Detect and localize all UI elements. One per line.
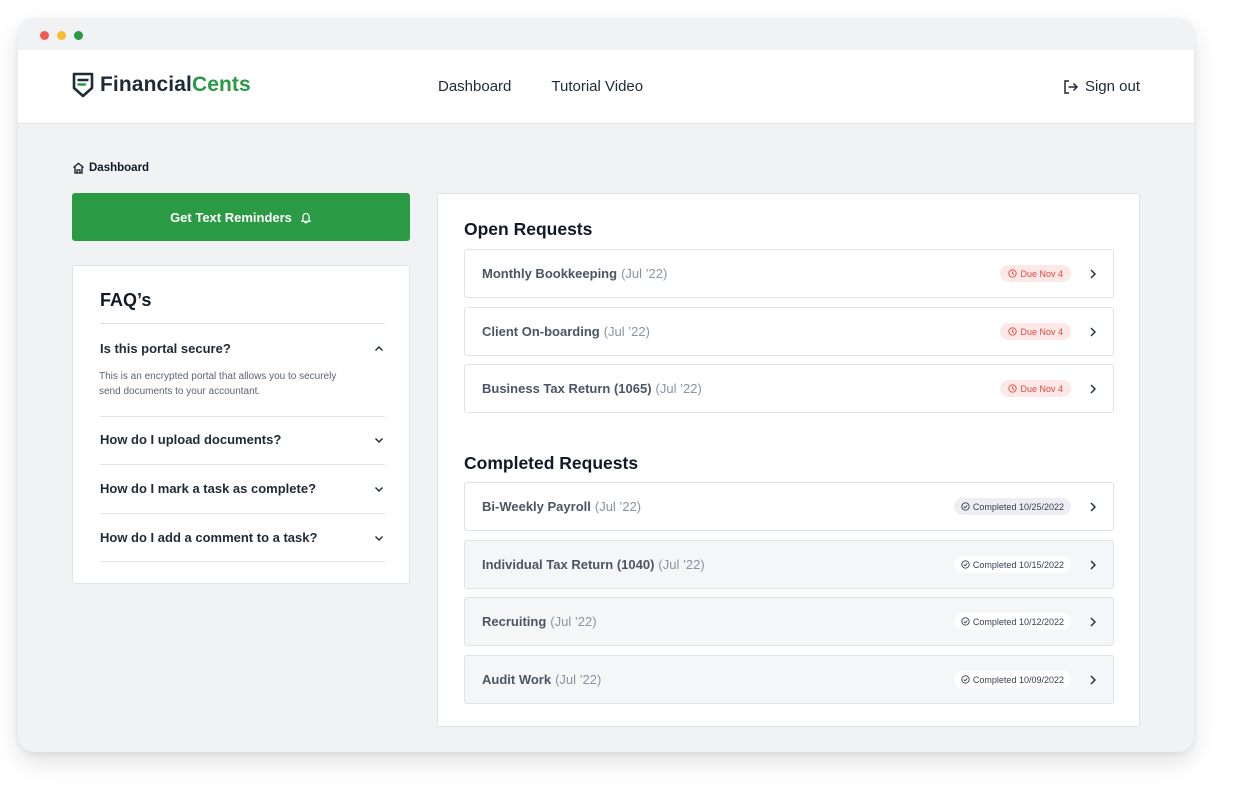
- open-request-row[interactable]: Monthly Bookkeeping (Jul ’22) Due Nov 4: [464, 249, 1114, 298]
- chevron-right-icon: [1090, 269, 1096, 278]
- open-request-row[interactable]: Client On-boarding (Jul ’22) Due Nov 4: [464, 307, 1114, 356]
- completed-status-badge: Completed 10/09/2022: [953, 671, 1071, 688]
- completed-request-row[interactable]: Audit Work (Jul ’22) Completed 10/09/202…: [464, 655, 1114, 704]
- clock-icon: [1008, 327, 1018, 336]
- faq-divider: [100, 323, 385, 324]
- close-window-dot[interactable]: [40, 31, 49, 40]
- check-circle-icon: [961, 502, 970, 511]
- request-period: (Jul ’22): [621, 266, 668, 281]
- open-requests-title: Open Requests: [464, 219, 593, 239]
- request-name: Audit Work: [482, 672, 552, 687]
- logo-shield-icon: [72, 72, 94, 98]
- check-circle-icon: [961, 560, 970, 569]
- brand-name-part1: Financial: [100, 73, 192, 96]
- browser-window: FinancialCents Dashboard Tutorial Video …: [18, 18, 1194, 752]
- due-status-badge: Due Nov 4: [1000, 265, 1071, 282]
- request-name: Bi-Weekly Payroll: [482, 499, 591, 514]
- chevron-right-icon: [1090, 560, 1096, 569]
- request-name: Client On-boarding: [482, 324, 600, 339]
- completed-status-badge: Completed 10/25/2022: [953, 498, 1071, 515]
- bell-icon: [301, 212, 311, 223]
- open-request-row[interactable]: Business Tax Return (1065) (Jul ’22) Due…: [464, 364, 1114, 413]
- faq-item-mark-complete[interactable]: How do I mark a task as complete?: [100, 481, 385, 496]
- chevron-right-icon: [1090, 675, 1096, 684]
- completed-status-badge: Completed 10/15/2022: [953, 556, 1071, 573]
- clock-icon: [1008, 269, 1018, 278]
- nav-links: Dashboard Tutorial Video: [438, 78, 643, 95]
- sign-out-icon: [1064, 79, 1079, 94]
- faq-answer: This is an encrypted portal that allows …: [99, 371, 337, 397]
- request-period: (Jul ’22): [594, 499, 642, 514]
- due-status-label: Due Nov 4: [1020, 326, 1063, 337]
- clock-icon: [1008, 384, 1018, 393]
- due-status-badge: Due Nov 4: [1000, 380, 1071, 397]
- completed-request-row[interactable]: Bi-Weekly Payroll (Jul ’22) Completed 10…: [464, 482, 1114, 531]
- faq-item-portal-secure[interactable]: Is this portal secure?: [100, 341, 385, 356]
- window-titlebar: [18, 18, 1194, 50]
- faq-title: FAQ’s: [100, 290, 152, 310]
- faq-item-add-comment[interactable]: How do I add a comment to a task?: [100, 530, 385, 545]
- request-period: (Jul ’22): [550, 614, 597, 629]
- top-navbar: FinancialCents Dashboard Tutorial Video …: [18, 50, 1194, 124]
- faq-question: How do I upload documents?: [100, 432, 282, 447]
- breadcrumb: Dashboard: [72, 162, 149, 174]
- brand-name-part2: Cents: [191, 73, 251, 96]
- minimize-window-dot[interactable]: [57, 31, 66, 40]
- check-circle-icon: [961, 617, 970, 626]
- request-name: Business Tax Return (1065): [482, 381, 652, 396]
- request-period: (Jul ’22): [603, 324, 650, 339]
- get-text-reminders-button[interactable]: Get Text Reminders: [72, 193, 410, 241]
- faq-question: How do I mark a task as complete?: [100, 481, 317, 496]
- breadcrumb-label[interactable]: Dashboard: [89, 162, 149, 174]
- requests-card: Open Requests Monthly Bookkeeping (Jul ’…: [437, 193, 1140, 727]
- chevron-right-icon: [1090, 327, 1096, 336]
- chevron-down-icon: [375, 535, 383, 541]
- brand-name: FinancialCents: [100, 73, 251, 97]
- sign-out-label: Sign out: [1084, 78, 1140, 95]
- due-status-label: Due Nov 4: [1020, 383, 1063, 394]
- chevron-right-icon: [1090, 617, 1096, 626]
- completed-status-label: Completed 10/09/2022: [972, 674, 1064, 685]
- home-icon: [73, 162, 84, 174]
- nav-link-dashboard[interactable]: Dashboard: [438, 78, 511, 95]
- check-circle-icon: [961, 675, 970, 684]
- chevron-down-icon: [375, 437, 383, 443]
- request-name: Recruiting: [482, 614, 547, 629]
- completed-status-label: Completed 10/25/2022: [972, 501, 1064, 512]
- due-status-label: Due Nov 4: [1020, 268, 1063, 279]
- request-name: Monthly Bookkeeping: [482, 266, 618, 281]
- request-name: Individual Tax Return (1040): [482, 557, 655, 572]
- sign-out-button[interactable]: Sign out: [1063, 78, 1140, 95]
- reminder-button-label: Get Text Reminders: [170, 209, 292, 225]
- request-period: (Jul ’22): [658, 557, 705, 572]
- completed-status-badge: Completed 10/12/2022: [953, 613, 1071, 630]
- faq-card: FAQ’s Is this portal secure? This is an …: [72, 265, 410, 584]
- faq-divider: [100, 464, 385, 465]
- faq-divider: [100, 416, 385, 417]
- faq-question: How do I add a comment to a task?: [100, 530, 318, 545]
- chevron-right-icon: [1090, 502, 1096, 511]
- completed-status-label: Completed 10/15/2022: [972, 559, 1064, 570]
- faq-question: Is this portal secure?: [100, 341, 231, 356]
- chevron-down-icon: [375, 486, 383, 492]
- request-period: (Jul ’22): [555, 672, 602, 687]
- brand-logo[interactable]: FinancialCents: [71, 72, 251, 98]
- completed-status-label: Completed 10/12/2022: [972, 616, 1064, 627]
- nav-link-tutorial-video[interactable]: Tutorial Video: [551, 78, 643, 95]
- faq-divider: [100, 513, 385, 514]
- chevron-up-icon: [375, 345, 383, 351]
- maximize-window-dot[interactable]: [74, 31, 83, 40]
- request-period: (Jul ’22): [655, 381, 702, 396]
- completed-request-row[interactable]: Individual Tax Return (1040) (Jul ’22) C…: [464, 540, 1114, 589]
- chevron-right-icon: [1090, 384, 1096, 393]
- completed-request-row[interactable]: Recruiting (Jul ’22) Completed 10/12/202…: [464, 597, 1114, 646]
- completed-requests-title: Completed Requests: [464, 453, 639, 473]
- faq-divider: [100, 561, 385, 562]
- faq-item-upload-documents[interactable]: How do I upload documents?: [100, 432, 385, 447]
- due-status-badge: Due Nov 4: [1000, 323, 1071, 340]
